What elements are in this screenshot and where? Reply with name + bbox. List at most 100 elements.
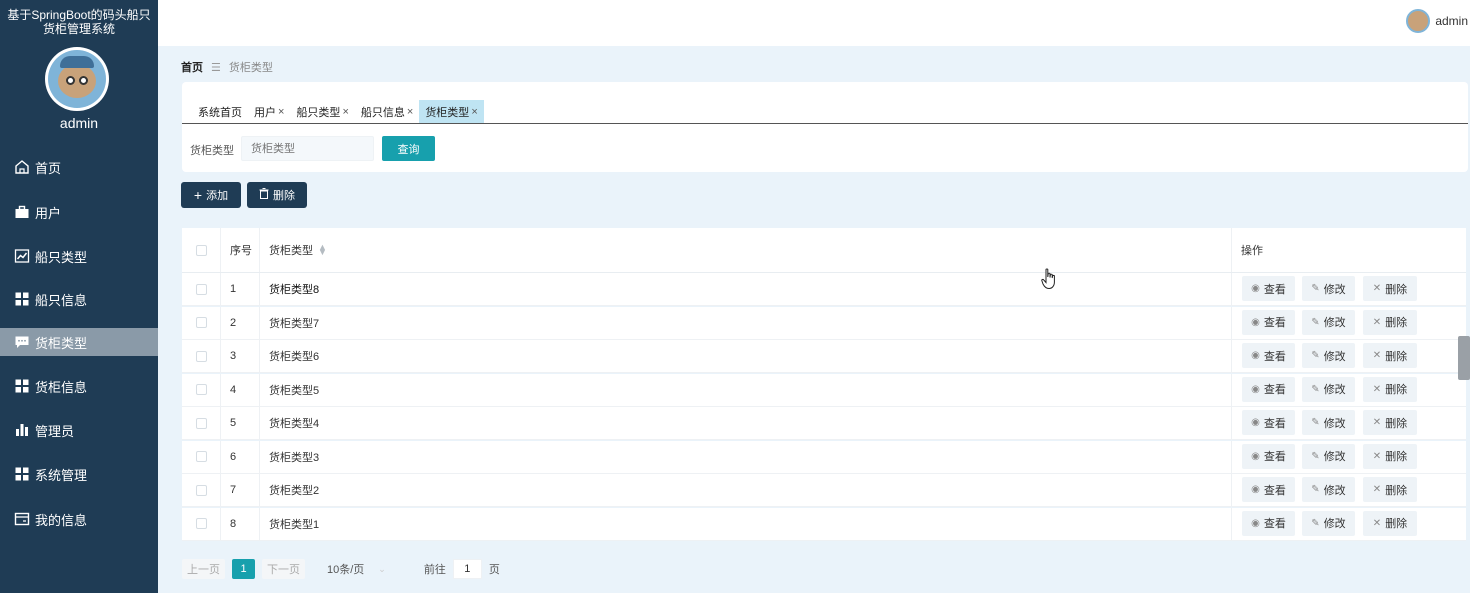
edit-button[interactable]: ✎ 修改 [1302, 376, 1355, 402]
table-row: 7 货柜类型2 ◉ 查看 ✎ 修改 ✕ 删除 [182, 474, 1466, 507]
sidebar-item-ship-types[interactable]: 船只类型 [0, 242, 158, 270]
row-index: 1 [221, 273, 260, 305]
delete-button-label: 删除 [1385, 283, 1408, 296]
delete-button-label: 删除 [1385, 417, 1408, 430]
row-name: 货柜类型8 [260, 273, 1232, 305]
tab-divider [182, 123, 1468, 124]
row-checkbox[interactable] [195, 518, 207, 529]
row-name: 货柜类型5 [260, 373, 1232, 406]
delete-button[interactable]: ✕ 删除 [1363, 510, 1417, 536]
tab-container-types[interactable]: 货柜类型 × [419, 100, 484, 123]
delete-button[interactable]: ✕ 删除 [1363, 477, 1417, 502]
view-button-label: 查看 [1263, 518, 1286, 530]
sidebar-username: admin [59, 115, 99, 131]
edit-button-label: 修改 [1323, 417, 1346, 430]
scrollbar-thumb[interactable] [1458, 336, 1470, 380]
edit-button[interactable]: ✎ 修改 [1302, 477, 1355, 502]
sidebar-item-label: 管理员 [35, 423, 75, 439]
view-button[interactable]: ◉ 查看 [1242, 410, 1295, 435]
row-index: 8 [221, 507, 260, 540]
delete-button[interactable]: ✕ 删除 [1363, 276, 1417, 301]
close-icon[interactable]: × [342, 106, 348, 118]
breadcrumb-home[interactable]: 首页 [181, 59, 203, 75]
view-button-label: 查看 [1263, 451, 1286, 463]
prev-page-button[interactable]: 上一页 [182, 559, 225, 579]
search-button[interactable]: 查询 [382, 136, 435, 161]
close-icon[interactable]: × [471, 106, 477, 118]
row-checkbox[interactable] [195, 384, 207, 395]
close-icon: ✕ [1372, 383, 1382, 395]
delete-button[interactable]: ✕ 删除 [1363, 410, 1417, 435]
row-checkbox[interactable] [195, 283, 207, 295]
close-icon[interactable]: × [407, 106, 413, 118]
row-name: 货柜类型7 [260, 306, 1232, 339]
edit-button[interactable]: ✎ 修改 [1302, 410, 1355, 435]
edit-button[interactable]: ✎ 修改 [1302, 443, 1355, 469]
close-icon: ✕ [1372, 417, 1382, 428]
page-size-select[interactable]: 10条/页 ⌄ [327, 561, 386, 577]
select-all-checkbox[interactable] [195, 244, 207, 256]
tab-bar: 系统首页 用户 × 船只类型 × 船只信息 × 货柜类型 × [192, 100, 484, 123]
delete-button[interactable]: ✕ 删除 [1363, 343, 1417, 368]
row-check-cell [182, 474, 221, 506]
sort-icon[interactable]: ▲ ▼ [318, 243, 327, 257]
table-row: 8 货柜类型1 ◉ 查看 ✎ 修改 ✕ 删除 [182, 507, 1466, 541]
edit-button[interactable]: ✎ 修改 [1302, 309, 1355, 335]
row-checkbox[interactable] [195, 317, 207, 328]
view-button[interactable]: ◉ 查看 [1242, 276, 1295, 301]
header-username[interactable]: admin [1435, 14, 1468, 28]
goto-page-input[interactable] [452, 559, 482, 579]
view-button[interactable]: ◉ 查看 [1242, 309, 1295, 335]
edit-button[interactable]: ✎ 修改 [1302, 343, 1355, 368]
delete-button[interactable]: ✕ 删除 [1363, 376, 1417, 402]
app-title-line1: 基于SpringBoot的码头船只 [7, 8, 151, 22]
next-page-button[interactable]: 下一页 [262, 559, 305, 579]
tab-ship-info[interactable]: 船只信息 × [355, 100, 419, 123]
edit-button[interactable]: ✎ 修改 [1302, 510, 1355, 536]
sidebar-item-users[interactable]: 用户 [0, 198, 158, 226]
view-button[interactable]: ◉ 查看 [1242, 443, 1295, 469]
row-check-cell [182, 507, 221, 540]
delete-button[interactable]: ✕ 删除 [1363, 309, 1417, 335]
sidebar-item-system[interactable]: 系统管理 [0, 460, 158, 488]
edit-icon: ✎ [1311, 350, 1320, 361]
edit-icon: ✎ [1311, 316, 1320, 328]
sidebar-item-my-info[interactable]: 我的信息 [0, 505, 158, 533]
header-name[interactable]: 货柜类型 ▲ ▼ [260, 228, 1232, 272]
view-button[interactable]: ◉ 查看 [1242, 376, 1295, 402]
delete-button-label: 删除 [1385, 317, 1408, 329]
row-checkbox[interactable] [195, 417, 207, 429]
sidebar-item-home[interactable]: 首页 [0, 153, 158, 181]
sidebar-item-container-info[interactable]: 货柜信息 [0, 372, 158, 400]
tab-ship-types[interactable]: 船只类型 × [290, 100, 354, 123]
row-checkbox[interactable] [195, 451, 207, 462]
batch-delete-button[interactable]: 删除 [247, 182, 307, 208]
view-button[interactable]: ◉ 查看 [1242, 343, 1295, 368]
tab-system-home[interactable]: 系统首页 [192, 100, 248, 123]
search-input[interactable] [241, 136, 374, 161]
close-icon: ✕ [1372, 484, 1382, 495]
view-button[interactable]: ◉ 查看 [1242, 510, 1295, 536]
edit-icon: ✎ [1311, 450, 1320, 462]
row-index: 3 [221, 340, 260, 372]
row-check-cell [182, 306, 221, 339]
row-checkbox[interactable] [195, 350, 207, 362]
delete-button[interactable]: ✕ 删除 [1363, 443, 1417, 469]
sidebar-item-ship-info[interactable]: 船只信息 [0, 285, 158, 313]
header-avatar[interactable] [1406, 9, 1430, 33]
delete-button-label: 删除 [1385, 518, 1408, 530]
sidebar-item-admins[interactable]: 管理员 [0, 416, 158, 444]
close-icon[interactable]: × [278, 106, 284, 118]
page-number-current[interactable]: 1 [232, 559, 255, 579]
tab-users[interactable]: 用户 × [248, 100, 290, 123]
edit-button[interactable]: ✎ 修改 [1302, 276, 1355, 301]
row-index: 5 [221, 407, 260, 439]
view-button[interactable]: ◉ 查看 [1242, 477, 1295, 502]
row-checkbox[interactable] [195, 484, 207, 496]
edit-button-label: 修改 [1323, 451, 1346, 463]
add-button[interactable]: + 添加 [181, 182, 241, 208]
view-button-label: 查看 [1263, 484, 1286, 497]
sidebar-item-container-types[interactable]: 货柜类型 [0, 328, 158, 356]
hand-cursor-icon [1041, 268, 1055, 290]
view-button-label: 查看 [1263, 283, 1286, 296]
